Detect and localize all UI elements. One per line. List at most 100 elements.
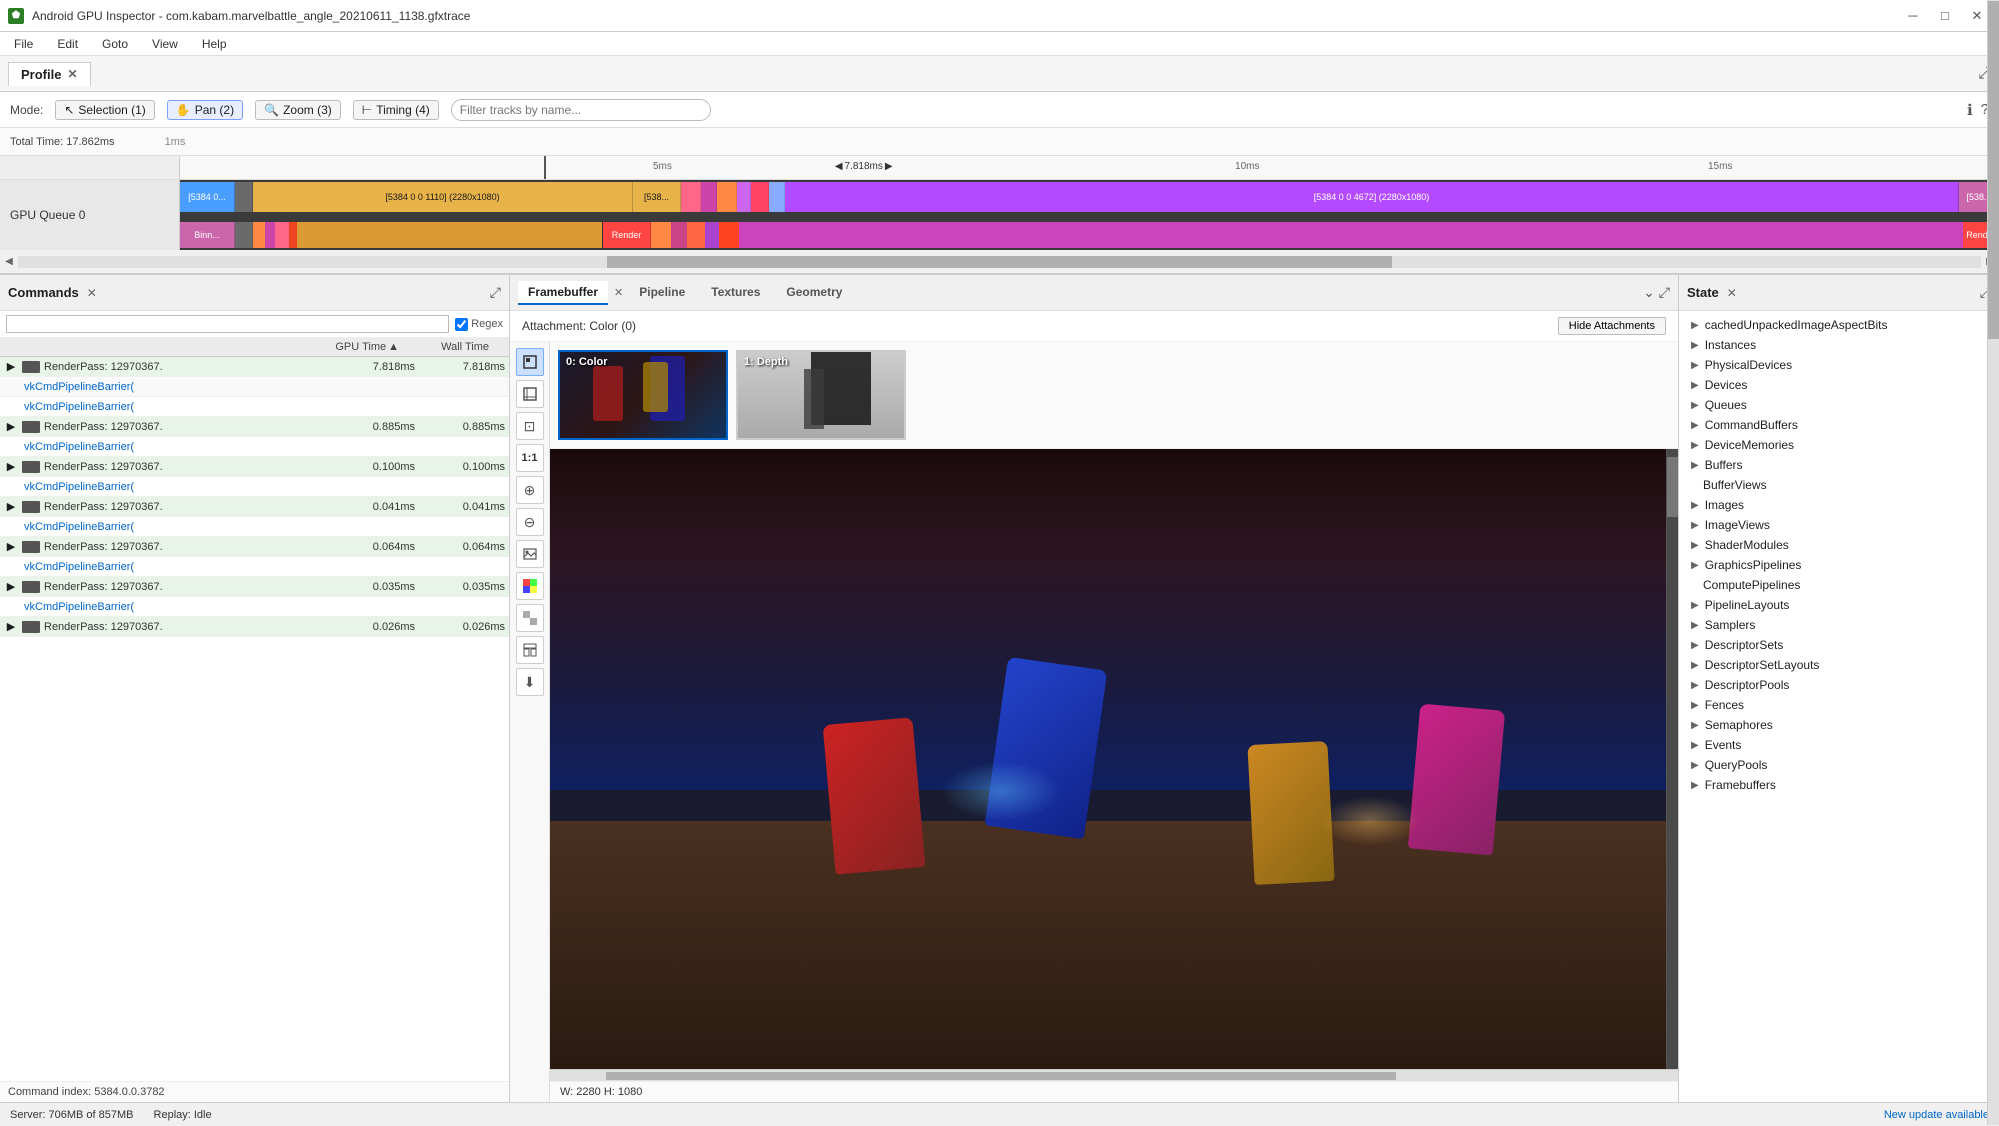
- state-item-commandbuffers[interactable]: ▶ CommandBuffers: [1679, 415, 1987, 435]
- zoom-mode-button[interactable]: 🔍 Zoom (3): [255, 100, 341, 120]
- table-row[interactable]: vkCmdPipelineBarrier(: [0, 377, 509, 397]
- regex-label[interactable]: Regex: [455, 318, 503, 331]
- state-item-computepipelines[interactable]: ComputePipelines: [1679, 575, 1987, 595]
- commands-expand[interactable]: ⤢: [490, 284, 501, 301]
- main-preview-area[interactable]: [550, 449, 1678, 1069]
- tool-zoom-out[interactable]: ⊡: [516, 412, 544, 440]
- tab-framebuffer[interactable]: Framebuffer: [518, 281, 608, 305]
- tool-fit[interactable]: 1:1: [516, 444, 544, 472]
- selection-mode-button[interactable]: ↖ Selection (1): [55, 100, 154, 120]
- preview-hscrollbar[interactable]: [550, 1069, 1678, 1081]
- table-row[interactable]: ▶ RenderPass: 12970367. 0.064ms 0.064ms: [0, 537, 509, 557]
- state-item-querypools[interactable]: ▶ QueryPools: [1679, 755, 1987, 775]
- info-button[interactable]: ℹ: [1967, 101, 1973, 119]
- tool-image[interactable]: [516, 540, 544, 568]
- filter-input[interactable]: [451, 99, 711, 121]
- commands-search-input[interactable]: [6, 315, 449, 333]
- table-row[interactable]: ▶ RenderPass: 12970367. 0.100ms 0.100ms: [0, 457, 509, 477]
- menu-edit[interactable]: Edit: [51, 35, 84, 53]
- table-row[interactable]: vkCmdPipelineBarrier(: [0, 437, 509, 457]
- scroll-left-arrow[interactable]: ◀: [0, 256, 18, 268]
- table-row[interactable]: vkCmdPipelineBarrier(: [0, 477, 509, 497]
- state-item-queues[interactable]: ▶ Queues: [1679, 395, 1987, 415]
- expand-triangle-icon[interactable]: ▶: [4, 540, 18, 554]
- state-item-framebuffers[interactable]: ▶ Framebuffers: [1679, 775, 1987, 795]
- state-item-devicememories[interactable]: ▶ DeviceMemories: [1679, 435, 1987, 455]
- new-update-link[interactable]: New update available: [1884, 1109, 1989, 1121]
- expand-triangle-icon[interactable]: ▶: [4, 500, 18, 514]
- table-row[interactable]: vkCmdPipelineBarrier(: [0, 397, 509, 417]
- col-gpu-time[interactable]: GPU Time ▲: [309, 341, 399, 353]
- commands-close[interactable]: ✕: [87, 286, 97, 300]
- state-item-physicaldevices[interactable]: ▶ PhysicalDevices: [1679, 355, 1987, 375]
- thumbnail-depth[interactable]: 1: Depth: [736, 350, 906, 440]
- tab-textures[interactable]: Textures: [701, 281, 770, 305]
- pan-mode-button[interactable]: ✋ Pan (2): [167, 100, 243, 120]
- state-tree[interactable]: ▶ cachedUnpackedImageAspectBits ▶ Instan…: [1679, 311, 1987, 1102]
- state-item-events[interactable]: ▶ Events: [1679, 735, 1987, 755]
- expand-triangle-icon[interactable]: ▶: [4, 620, 18, 634]
- profile-tab-close[interactable]: ✕: [67, 67, 77, 81]
- table-row[interactable]: vkCmdPipelineBarrier(: [0, 517, 509, 537]
- state-item-descriptorsetlayouts[interactable]: ▶ DescriptorSetLayouts: [1679, 655, 1987, 675]
- tool-crop[interactable]: [516, 380, 544, 408]
- state-item-pipelinelayouts[interactable]: ▶ PipelineLayouts: [1679, 595, 1987, 615]
- state-item-descriptorpools[interactable]: ▶ DescriptorPools: [1679, 675, 1987, 695]
- tab-pipeline[interactable]: Pipeline: [629, 281, 695, 305]
- state-close[interactable]: ✕: [1727, 286, 1737, 300]
- menu-help[interactable]: Help: [196, 35, 233, 53]
- profile-tab[interactable]: Profile ✕: [8, 62, 91, 86]
- expand-triangle-icon[interactable]: ▶: [4, 460, 18, 474]
- state-item-buffers[interactable]: ▶ Buffers: [1679, 455, 1987, 475]
- state-item-shadermodules[interactable]: ▶ ShaderModules: [1679, 535, 1987, 555]
- tab-geometry[interactable]: Geometry: [776, 281, 852, 305]
- tool-zoom-out2[interactable]: ⊖: [516, 508, 544, 536]
- maximize-button[interactable]: □: [1931, 4, 1959, 28]
- table-row[interactable]: ▶ RenderPass: 12970367. 0.026ms 0.026ms: [0, 617, 509, 637]
- state-item-bufferviews[interactable]: BufferViews: [1679, 475, 1987, 495]
- tool-download[interactable]: ⬇: [516, 668, 544, 696]
- state-item-devices[interactable]: ▶ Devices: [1679, 375, 1987, 395]
- menu-file[interactable]: File: [8, 35, 39, 53]
- state-item-graphicspipelines[interactable]: ▶ GraphicsPipelines: [1679, 555, 1987, 575]
- state-item-images[interactable]: ▶ Images: [1679, 495, 1987, 515]
- menu-view[interactable]: View: [146, 35, 184, 53]
- fb-dropdown-icon[interactable]: ⌄: [1643, 284, 1655, 301]
- state-item-fences[interactable]: ▶ Fences: [1679, 695, 1987, 715]
- block-5384-blue: [5384 0...: [180, 182, 235, 212]
- table-row[interactable]: ▶ RenderPass: 12970367. 0.035ms 0.035ms: [0, 577, 509, 597]
- state-item-samplers[interactable]: ▶ Samplers: [1679, 615, 1987, 635]
- tool-zoom-in[interactable]: ⊕: [516, 476, 544, 504]
- timeline-scrollbar[interactable]: [18, 256, 1981, 268]
- expand-triangle-icon[interactable]: ▶: [4, 360, 18, 374]
- table-row[interactable]: vkCmdPipelineBarrier(: [0, 557, 509, 577]
- state-item-imageviews[interactable]: ▶ ImageViews: [1679, 515, 1987, 535]
- menu-goto[interactable]: Goto: [96, 35, 134, 53]
- hide-attachments-button[interactable]: Hide Attachments: [1558, 317, 1666, 335]
- tool-select[interactable]: [516, 348, 544, 376]
- fb-expand-icon[interactable]: ⤢: [1659, 284, 1670, 301]
- table-row[interactable]: ▶ RenderPass: 12970367. 0.885ms 0.885ms: [0, 417, 509, 437]
- gpu-queue-track[interactable]: GPU Queue 0 [5384 0... [5384 0 0 1110] (…: [0, 180, 1999, 250]
- state-item-descriptorsets[interactable]: ▶ DescriptorSets: [1679, 635, 1987, 655]
- commands-table[interactable]: ▶ RenderPass: 12970367. 7.818ms 7.818ms …: [0, 357, 509, 1081]
- block-bottom-multi: [253, 222, 603, 248]
- table-row[interactable]: ▶ RenderPass: 12970367. 7.818ms 7.818ms: [0, 357, 509, 377]
- state-item-instances[interactable]: ▶ Instances: [1679, 335, 1987, 355]
- thumbnail-color[interactable]: 0: Color: [558, 350, 728, 440]
- tool-checker[interactable]: [516, 604, 544, 632]
- regex-checkbox[interactable]: [455, 318, 468, 331]
- timing-mode-button[interactable]: ⊢ Timing (4): [353, 100, 439, 120]
- framebuffer-tab-close[interactable]: ✕: [614, 286, 623, 299]
- gpu-queue-content[interactable]: [5384 0... [5384 0 0 1110] (2280x1080) […: [180, 180, 1999, 250]
- table-row[interactable]: vkCmdPipelineBarrier(: [0, 597, 509, 617]
- tool-layout[interactable]: [516, 636, 544, 664]
- table-row[interactable]: ▶ RenderPass: 12970367. 0.041ms 0.041ms: [0, 497, 509, 517]
- preview-vscrollbar[interactable]: [1666, 449, 1678, 1069]
- minimize-button[interactable]: ─: [1899, 4, 1927, 28]
- expand-triangle-icon[interactable]: ▶: [4, 420, 18, 434]
- state-item-cached[interactable]: ▶ cachedUnpackedImageAspectBits: [1679, 315, 1987, 335]
- expand-triangle-icon[interactable]: ▶: [4, 580, 18, 594]
- state-item-semaphores[interactable]: ▶ Semaphores: [1679, 715, 1987, 735]
- tool-color[interactable]: [516, 572, 544, 600]
